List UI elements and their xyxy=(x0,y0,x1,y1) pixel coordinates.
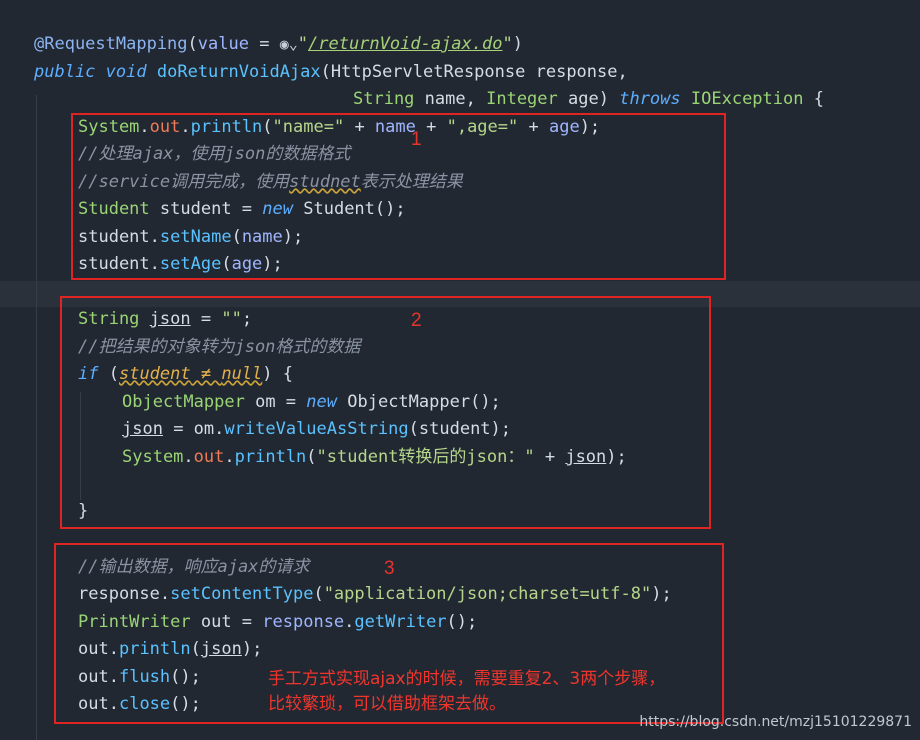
indent-guide xyxy=(36,95,37,740)
annotation-label-1: 1 xyxy=(411,129,422,150)
annotation-note-line: 手工方式实现ajax的时候，需要重复2、3两个步骤， xyxy=(268,669,666,689)
globe-icon[interactable]: ◉⌄ xyxy=(280,35,298,53)
annotation-box-1 xyxy=(71,113,726,280)
watermark: https://blog.csdn.net/mzj15101229871 xyxy=(639,714,912,730)
code-line: String name, Integer age) throws IOExcep… xyxy=(353,89,824,109)
annotation-note-line: 比较繁琐，可以借助框架去做。 xyxy=(268,694,506,714)
annotation-box-2 xyxy=(60,296,711,529)
annotation-label-2: 2 xyxy=(411,310,422,331)
annotation-label-3: 3 xyxy=(384,558,395,579)
code-line: @RequestMapping(value = ◉⌄"/returnVoid-a… xyxy=(34,34,523,54)
code-editor[interactable]: @RequestMapping(value = ◉⌄"/returnVoid-a… xyxy=(0,0,920,740)
code-line: public void doReturnVoidAjax(HttpServlet… xyxy=(34,62,628,82)
